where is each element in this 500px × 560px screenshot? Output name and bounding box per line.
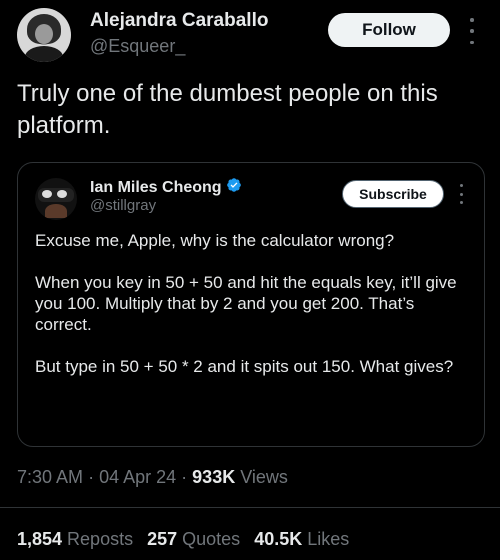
- engagement-stats: 1,854 Reposts 257 Quotes 40.5K Likes: [17, 529, 349, 550]
- views-count: 933K: [192, 467, 236, 487]
- more-dot: [470, 29, 474, 33]
- more-options-icon[interactable]: [465, 18, 479, 44]
- views-label: Views: [240, 467, 288, 487]
- quote-paragraph: When you key in 50 + 50 and hit the equa…: [35, 273, 457, 334]
- meta-separator: ·: [88, 467, 95, 487]
- quote-author-avatar[interactable]: [35, 178, 77, 220]
- quote-author-name[interactable]: Ian Miles Cheong: [90, 179, 222, 197]
- likes-label: Likes: [307, 529, 350, 549]
- subscribe-button[interactable]: Subscribe: [342, 180, 444, 208]
- quotes-count: 257: [147, 529, 178, 549]
- more-dot: [459, 201, 463, 204]
- reposts-count: 1,854: [17, 529, 63, 549]
- verified-badge-icon: [226, 177, 242, 198]
- quote-author-handle[interactable]: @stillgray: [90, 197, 156, 214]
- quote-author-name-row[interactable]: Ian Miles Cheong: [90, 177, 242, 198]
- follow-button[interactable]: Follow: [328, 13, 450, 47]
- more-dot: [459, 192, 463, 196]
- quote-paragraph: But type in 50 + 50 * 2 and it spits out…: [35, 357, 454, 376]
- tweet-meta: 7:30 AM · 04 Apr 24 · 933K Views: [17, 467, 288, 488]
- avatar-beard: [45, 204, 67, 218]
- meta-separator: ·: [181, 467, 188, 487]
- more-dot: [470, 40, 474, 44]
- avatar-face: [35, 24, 53, 44]
- tweet-time[interactable]: 7:30 AM: [17, 467, 83, 487]
- avatar-lens-left: [42, 190, 52, 198]
- more-dot: [459, 184, 463, 187]
- tweet-date[interactable]: 04 Apr 24: [99, 467, 176, 487]
- reposts-stat[interactable]: 1,854 Reposts: [17, 529, 133, 550]
- author-name[interactable]: Alejandra Caraballo: [90, 10, 268, 32]
- quote-more-options-icon[interactable]: [456, 184, 466, 204]
- quote-paragraph: Excuse me, Apple, why is the calculator …: [35, 231, 395, 250]
- tweet-text: Truly one of the dumbest people on this …: [17, 80, 438, 139]
- likes-count: 40.5K: [254, 529, 303, 549]
- reposts-label: Reposts: [67, 529, 134, 549]
- likes-stat[interactable]: 40.5K Likes: [254, 529, 349, 550]
- author-avatar[interactable]: [17, 8, 71, 62]
- avatar-lens-right: [57, 190, 67, 198]
- author-handle[interactable]: @Esqueer_: [90, 36, 185, 57]
- avatar-body: [25, 46, 63, 62]
- divider: [0, 507, 500, 508]
- quotes-label: Quotes: [182, 529, 241, 549]
- quotes-stat[interactable]: 257 Quotes: [147, 529, 240, 550]
- quote-body: Excuse me, Apple, why is the calculator …: [35, 230, 465, 377]
- more-dot: [470, 18, 474, 22]
